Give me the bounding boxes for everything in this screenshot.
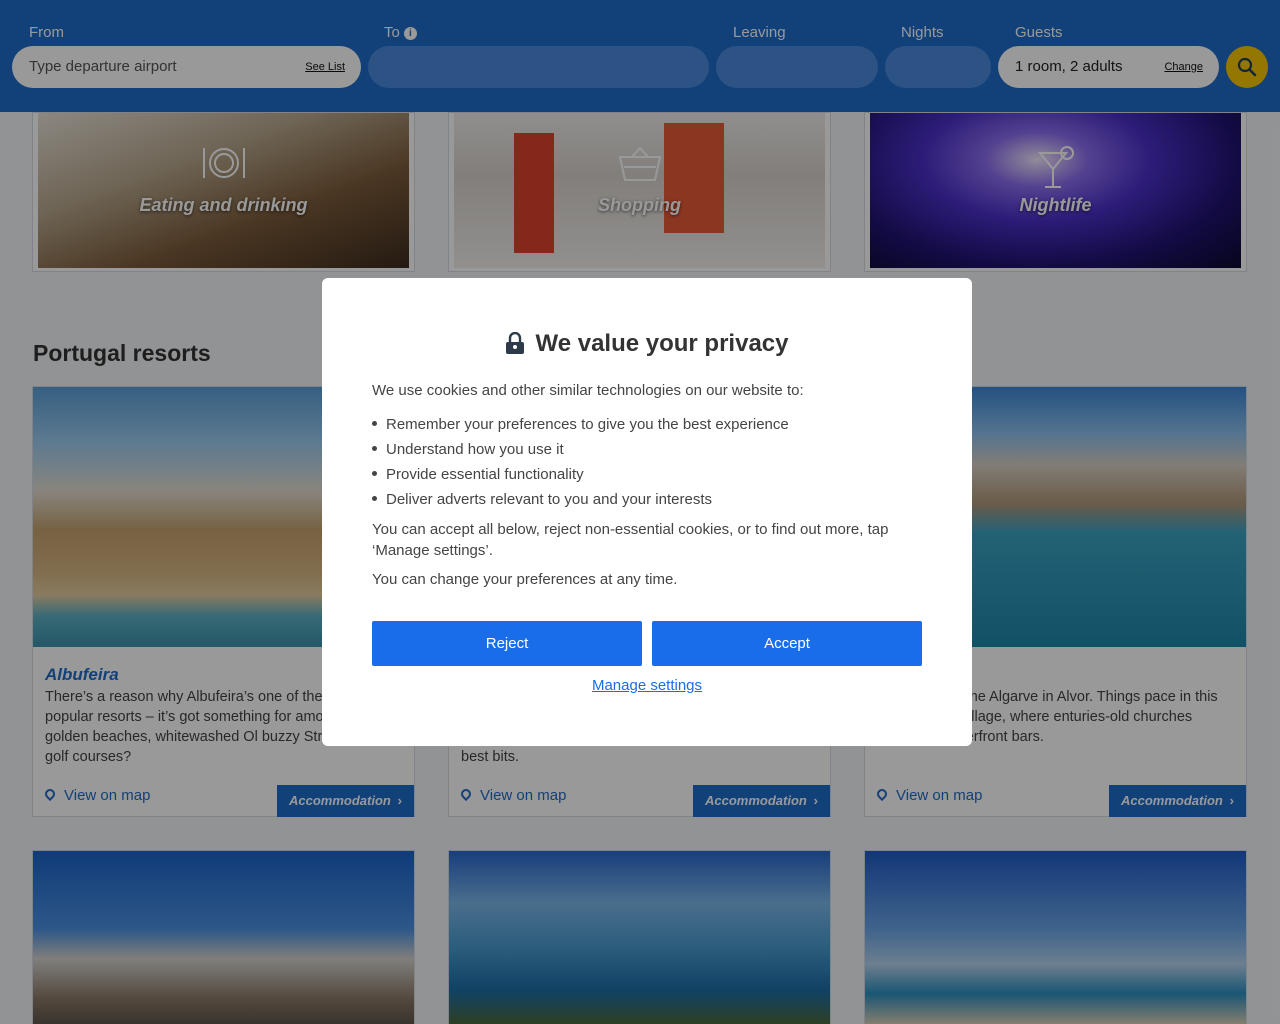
list-item: Remember your preferences to give you th… xyxy=(372,412,789,437)
reject-button[interactable]: Reject xyxy=(372,621,642,666)
lock-icon xyxy=(506,331,525,354)
manage-settings-link[interactable]: Manage settings xyxy=(322,677,972,694)
consent-purpose-list: Remember your preferences to give you th… xyxy=(372,412,789,512)
cookie-consent-dialog: We value your privacy We use cookies and… xyxy=(322,278,972,746)
accept-button[interactable]: Accept xyxy=(652,621,922,666)
consent-intro: We use cookies and other similar technol… xyxy=(372,382,804,399)
list-item: Understand how you use it xyxy=(372,437,789,462)
list-item: Provide essential functionality xyxy=(372,462,789,487)
consent-paragraph: You can accept all below, reject non-ess… xyxy=(372,521,889,559)
list-item: Deliver adverts relevant to you and your… xyxy=(372,487,789,512)
consent-title: We value your privacy xyxy=(322,330,972,358)
consent-paragraph: You can change your preferences at any t… xyxy=(372,571,678,588)
